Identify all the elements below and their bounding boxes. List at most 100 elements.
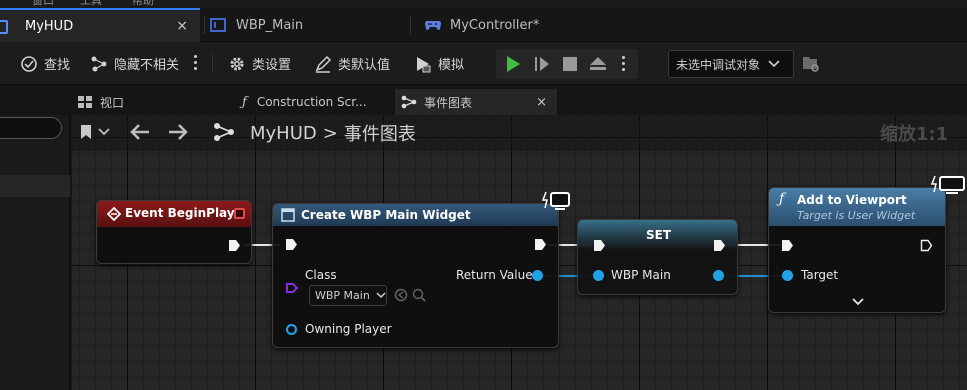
node-title: Event BeginPlay [125,206,235,220]
blueprint-icon [0,20,8,34]
breadcrumb-separator: > [322,122,338,144]
step-icon [535,57,549,71]
tab-mycontroller[interactable]: MyController* [420,8,620,42]
tab-label: 事件图表 [424,95,473,110]
tab-label: MyHUD [25,18,74,34]
advance-frame-button[interactable] [527,49,557,79]
widget-icon [281,208,295,222]
delegate-pin[interactable] [234,208,245,219]
event-icon [107,207,121,221]
eject-icon [590,57,606,70]
class-pin[interactable] [285,282,299,294]
forward-arrow-icon[interactable] [168,124,188,140]
wbp-main-in-pin[interactable] [593,270,604,281]
tab-wbp-main[interactable]: WBP_Main [206,8,406,42]
owning-player-pin[interactable] [286,324,297,335]
menu-item-tools[interactable]: 工具 [80,0,102,8]
menu-bar: 窗口 工具 帮助 [0,0,967,8]
play-button[interactable] [498,49,528,79]
toolbar: 查找 隐藏不相关 类设置 类默认值 模拟 [0,42,967,85]
simulate-button[interactable]: 模拟 [414,42,464,85]
hide-unrelated-label: 隐藏不相关 [114,58,180,73]
client-icon [931,175,965,194]
more-options-icon[interactable] [194,55,198,73]
menu-item-window[interactable]: 窗口 [32,0,54,8]
variable-label: WBP Main [611,268,671,282]
exec-out-pin[interactable] [228,239,241,252]
class-select-value: WBP Main [315,289,370,302]
graph-icon [214,123,234,141]
hide-unrelated-icon [91,56,107,71]
chevron-down-icon [98,128,110,136]
browse-search-icon[interactable] [412,288,426,302]
class-defaults-button[interactable]: 类默认值 [314,42,390,85]
eject-button[interactable] [583,49,613,79]
stop-icon [563,57,577,71]
exec-out-pin[interactable] [920,239,933,252]
bookmark-icon [81,125,91,139]
breadcrumb: MyHUD > 事件图表 [250,120,416,146]
node-title: Add to Viewport [797,193,907,207]
chevron-down-icon [376,292,386,299]
create-widget-node[interactable]: Create WBP Main Widget Class WBP Main Re… [272,203,559,348]
exec-in-pin[interactable] [781,239,794,252]
bookmark-dropdown[interactable] [80,124,110,140]
exec-out-pin[interactable] [713,239,726,252]
chevron-down-icon [768,60,780,68]
widget-blueprint-icon [210,18,226,32]
back-arrow-icon[interactable] [130,124,150,140]
panel-search-input[interactable] [0,117,62,139]
panel-selected-row[interactable] [0,175,70,197]
tab-construction-script[interactable]: ƒ Construction Scr... [242,89,367,115]
simulate-label: 模拟 [438,58,465,73]
tab-myhud[interactable]: MyHUD × [0,8,200,42]
wbp-main-out-pin[interactable] [713,270,724,281]
play-controls [496,49,638,79]
class-pin-label: Class [305,268,337,282]
target-label: Target [801,268,839,282]
chevron-down-icon[interactable] [852,298,864,306]
tab-label: 视口 [100,95,125,110]
function-icon: ƒ [242,94,247,110]
gear-icon [230,57,244,70]
node-subtitle: Target is User Widget [797,209,916,222]
play-icon [507,56,520,72]
close-icon[interactable]: × [536,95,547,110]
exec-out-pin[interactable] [534,238,547,251]
asset-tab-bar: MyHUD × WBP_Main MyController* [0,8,967,42]
use-selected-icon[interactable] [394,288,408,302]
client-icon [542,191,570,210]
return-value-pin[interactable] [532,270,543,281]
event-beginplay-node[interactable]: Event BeginPlay [96,200,252,264]
class-settings-label: 类设置 [252,58,292,73]
set-variable-node[interactable]: SET WBP Main [577,219,738,295]
my-blueprint-panel [0,115,70,390]
menu-item-help[interactable]: 帮助 [132,0,154,8]
tab-viewport[interactable]: 视口 [78,89,124,115]
find-instance-icon[interactable] [802,55,820,73]
find-button[interactable]: 查找 [20,42,70,85]
play-options-icon[interactable] [622,56,626,74]
close-icon[interactable]: × [176,18,188,34]
stop-button[interactable] [555,49,585,79]
owning-player-label: Owning Player [305,322,392,336]
exec-in-pin[interactable] [593,239,606,252]
pencil-icon [315,55,332,73]
node-title: Create WBP Main Widget [301,208,471,222]
breadcrumb-current: 事件图表 [343,124,416,145]
exec-in-pin[interactable] [285,238,298,251]
tab-event-graph[interactable]: 事件图表 × [395,89,557,115]
find-icon [21,55,37,72]
function-icon: ƒ [779,191,785,207]
tab-label: WBP_Main [236,17,304,33]
find-label: 查找 [44,58,71,73]
breadcrumb-root[interactable]: MyHUD [250,123,317,144]
tab-label: MyController* [450,17,540,33]
debug-object-select[interactable]: 未选中调试对象 [668,50,794,78]
hide-unrelated-button[interactable]: 隐藏不相关 [90,42,179,85]
target-pin[interactable] [782,270,793,281]
add-to-viewport-node[interactable]: ƒ Add to Viewport Target is User Widget … [768,187,946,313]
class-select[interactable]: WBP Main [309,285,387,306]
class-settings-button[interactable]: 类设置 [228,42,291,85]
debug-object-value: 未选中调试对象 [676,57,761,72]
